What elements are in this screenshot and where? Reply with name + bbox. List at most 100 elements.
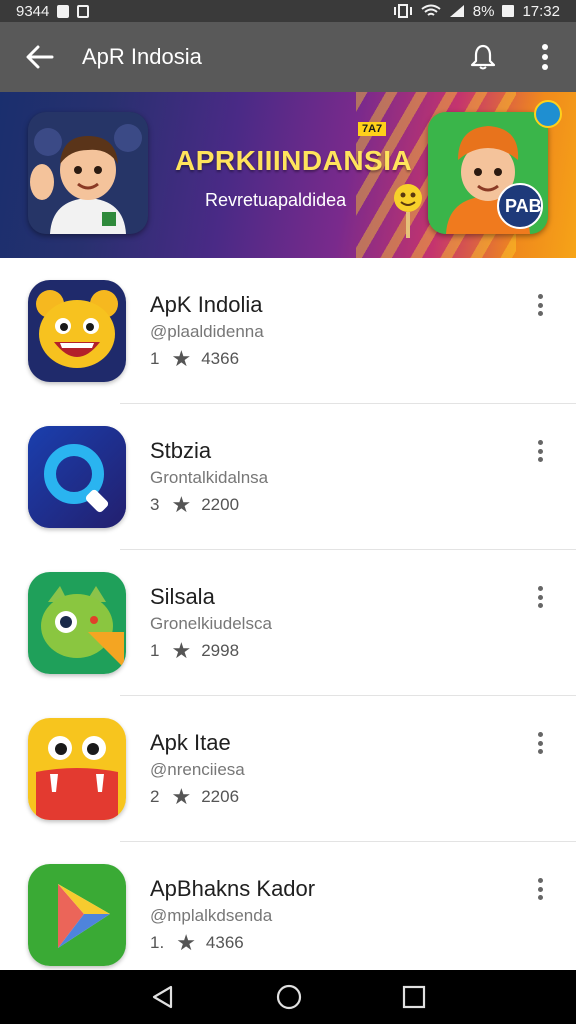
app-developer: @plaaldidenna bbox=[150, 322, 264, 341]
corner-badge-icon bbox=[534, 100, 562, 128]
dot bbox=[537, 311, 543, 316]
boy-waving-illustration bbox=[28, 112, 148, 234]
app-icon bbox=[28, 426, 126, 528]
play-triangle-icon bbox=[28, 864, 126, 966]
dot bbox=[537, 749, 543, 754]
app-icon bbox=[28, 864, 126, 966]
wifi-icon bbox=[421, 4, 441, 16]
rating-value: 2 bbox=[150, 787, 160, 806]
status-left: 9344 bbox=[16, 2, 90, 20]
banner-character-left bbox=[28, 112, 148, 234]
app-rating: 1 ★ 2998 bbox=[150, 640, 239, 662]
star-icon: ★ bbox=[171, 784, 192, 809]
list-item[interactable]: Apk Itae @nrenciiesa 2 ★ 2206 bbox=[0, 696, 576, 842]
banner-subtitle: Revretuapaldidea bbox=[205, 190, 347, 210]
signal-icon bbox=[449, 5, 464, 17]
green-monster-icon bbox=[28, 572, 126, 674]
more-vertical-icon bbox=[537, 732, 543, 737]
banner-character-right: PAB bbox=[428, 112, 548, 234]
dot bbox=[537, 448, 543, 454]
more-vertical-icon bbox=[537, 878, 543, 883]
dot bbox=[537, 740, 543, 746]
app-name: ApBhakns Kador bbox=[150, 876, 316, 901]
more-vertical-icon bbox=[537, 440, 543, 445]
notification-icon bbox=[57, 4, 70, 18]
lollipop-icon bbox=[394, 184, 422, 238]
list-item[interactable]: ApBhakns Kador @mplalkdsenda 1. ★ 4366 bbox=[0, 842, 576, 988]
rating-value: 1 bbox=[150, 349, 160, 368]
rating-value: 1 bbox=[150, 641, 160, 660]
list-item[interactable]: Silsala Gronelkiudelsca 1 ★ 2998 bbox=[0, 550, 576, 696]
rating-count: 4366 bbox=[201, 349, 240, 368]
more-vertical-icon bbox=[542, 44, 548, 70]
rating-value: 3 bbox=[150, 495, 160, 514]
dot bbox=[537, 302, 543, 308]
app-icon bbox=[28, 718, 126, 820]
status-time: 17:32 bbox=[522, 2, 560, 20]
dot bbox=[537, 886, 543, 892]
promo-banner[interactable]: APRKIIINDANSIA 7A7 Revretuapaldidea PAB bbox=[0, 92, 576, 258]
app-bar: ApR Indosia bbox=[0, 22, 576, 92]
magnifier-icon bbox=[28, 426, 126, 528]
notification-button[interactable] bbox=[452, 22, 514, 92]
back-button[interactable] bbox=[0, 22, 80, 92]
rating-count: 4366 bbox=[205, 933, 244, 952]
banner-badge: PAB bbox=[505, 196, 542, 216]
app-rating: 2 ★ 2206 bbox=[150, 786, 239, 808]
app-name: Silsala bbox=[150, 584, 215, 609]
bell-icon bbox=[470, 44, 496, 70]
dot bbox=[537, 457, 543, 462]
app-developer: @nrenciiesa bbox=[150, 760, 245, 779]
page-title: ApR Indosia bbox=[82, 44, 202, 69]
star-icon: ★ bbox=[171, 492, 192, 517]
rating-count: 2200 bbox=[201, 495, 240, 514]
app-list: ApK Indolia @plaaldidenna 1 ★ 4366 Stbzi… bbox=[0, 258, 576, 988]
rating-count: 2206 bbox=[201, 787, 240, 806]
battery-percent: 8% bbox=[472, 2, 495, 20]
app-rating: 3 ★ 2200 bbox=[150, 494, 239, 516]
list-item[interactable]: ApK Indolia @plaaldidenna 1 ★ 4366 bbox=[0, 258, 576, 404]
app-name: ApK Indolia bbox=[150, 292, 263, 317]
banner-tag: 7A7 bbox=[358, 122, 387, 136]
dot bbox=[537, 594, 543, 600]
list-item[interactable]: Stbzia Grontalkidalnsa 3 ★ 2200 bbox=[0, 404, 576, 550]
dot bbox=[537, 895, 543, 900]
item-more-button[interactable] bbox=[528, 290, 552, 320]
app-rating: 1 ★ 4366 bbox=[150, 348, 239, 370]
more-vertical-icon bbox=[537, 586, 543, 591]
rating-value: 1. bbox=[150, 933, 165, 952]
item-more-button[interactable] bbox=[528, 728, 552, 758]
more-vertical-icon bbox=[537, 294, 543, 299]
star-icon: ★ bbox=[171, 346, 192, 371]
yellow-bear-icon bbox=[28, 280, 126, 382]
app-icon bbox=[28, 572, 126, 674]
star-icon: ★ bbox=[171, 638, 192, 663]
star-icon: ★ bbox=[176, 930, 196, 955]
item-more-button[interactable] bbox=[528, 582, 552, 612]
status-right: 8% 17:32 bbox=[393, 3, 560, 20]
app-icon bbox=[28, 280, 126, 382]
app-name: Stbzia bbox=[150, 438, 212, 463]
item-more-button[interactable] bbox=[528, 874, 552, 904]
dot bbox=[537, 603, 543, 608]
system-nav-bar bbox=[0, 970, 576, 1024]
screenshot-icon bbox=[77, 4, 90, 18]
nav-back-icon[interactable] bbox=[150, 984, 176, 1010]
vibrate-icon bbox=[393, 4, 412, 18]
app-developer: Grontalkidalnsa bbox=[150, 468, 269, 487]
battery-icon bbox=[502, 5, 515, 17]
app-rating: 1. ★ 4366 bbox=[150, 932, 244, 954]
yellow-monster-icon bbox=[28, 718, 126, 820]
app-name: Apk Itae bbox=[150, 730, 231, 755]
nav-recents-icon[interactable] bbox=[402, 985, 426, 1009]
item-more-button[interactable] bbox=[528, 436, 552, 466]
status-left-text: 9344 bbox=[16, 2, 50, 20]
rating-count: 2998 bbox=[201, 641, 240, 660]
arrow-left-icon bbox=[26, 45, 54, 69]
nav-home-icon[interactable] bbox=[275, 983, 303, 1011]
app-developer: Gronelkiudelsca bbox=[150, 614, 272, 633]
status-bar: 9344 8% 17:32 bbox=[0, 0, 576, 22]
banner-title: APRKIIINDANSIA bbox=[175, 145, 413, 176]
overflow-menu-button[interactable] bbox=[514, 22, 576, 92]
app-developer: @mplalkdsenda bbox=[150, 906, 273, 925]
